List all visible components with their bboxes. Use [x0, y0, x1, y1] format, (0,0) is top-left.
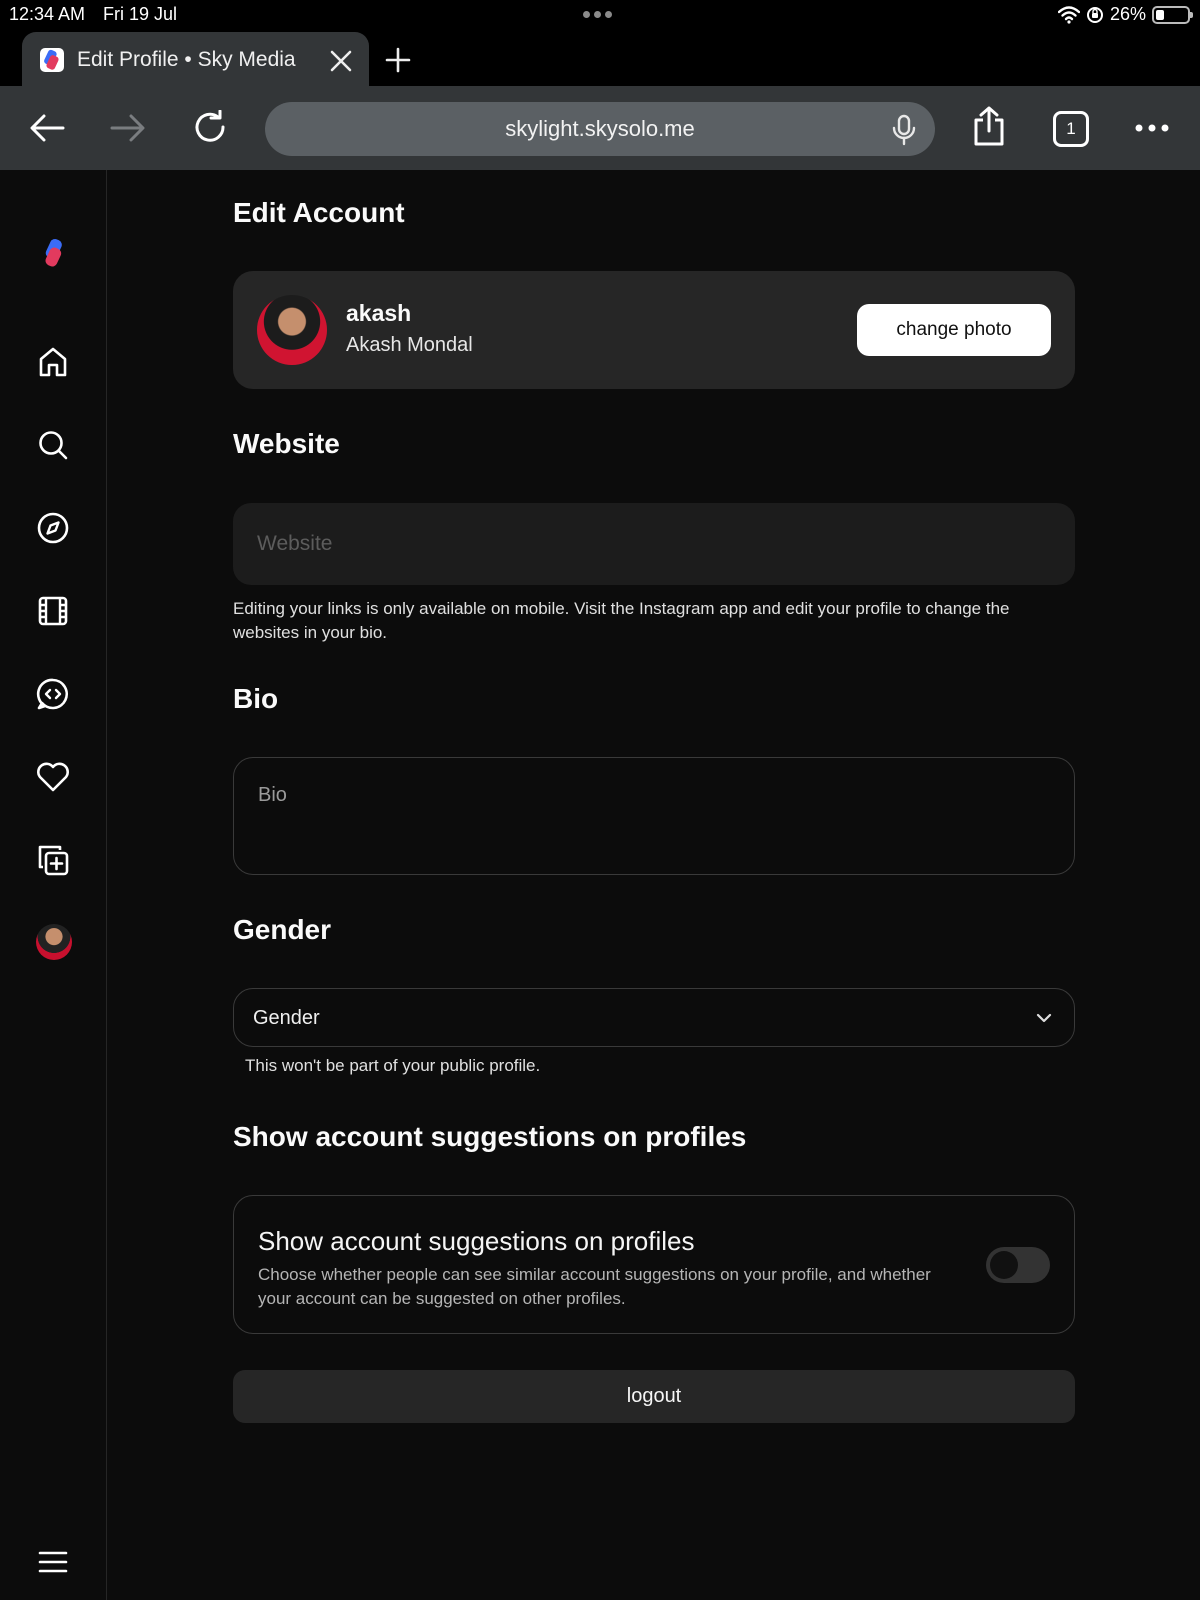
website-input[interactable] — [233, 503, 1075, 585]
bio-textarea[interactable] — [233, 757, 1075, 875]
page-title: Edit Account — [233, 197, 405, 228]
microphone-icon[interactable] — [889, 114, 919, 146]
battery-level — [1156, 9, 1164, 20]
tab-title: Edit Profile • Sky Media — [77, 48, 296, 71]
profile-photo — [257, 295, 327, 365]
suggestions-card-title: Show account suggestions on profiles — [258, 1226, 695, 1256]
forward-arrow-icon[interactable] — [108, 108, 148, 148]
website-note: Editing your links is only available on … — [233, 599, 1010, 642]
multitasking-dots-icon[interactable] — [583, 11, 612, 18]
profile-full-name: Akash Mondal — [346, 334, 473, 356]
more-options-icon[interactable] — [1132, 108, 1172, 148]
chevron-down-icon — [1034, 1008, 1054, 1028]
create-plus-icon[interactable] — [33, 840, 73, 880]
battery-icon — [1152, 5, 1193, 24]
status-indicators: 26% — [1057, 4, 1193, 25]
suggestions-toggle[interactable] — [986, 1247, 1050, 1283]
status-date: Fri 19 Jul — [103, 4, 178, 24]
wifi-icon — [1057, 5, 1080, 24]
favicon-icon — [40, 48, 64, 72]
new-tab-icon[interactable] — [385, 47, 411, 73]
messages-icon[interactable] — [33, 674, 73, 714]
status-time: 12:34 AM — [9, 4, 86, 24]
profile-avatar[interactable] — [36, 924, 72, 960]
logout-button[interactable]: logout — [233, 1370, 1075, 1423]
browser-tab[interactable]: Edit Profile • Sky Media — [22, 32, 369, 88]
gender-note: This won't be part of your public profil… — [245, 1056, 541, 1075]
app-logo-icon[interactable] — [33, 233, 73, 273]
suggestions-card: Show account suggestions on profiles Cho… — [233, 1195, 1075, 1334]
battery-percent: 26% — [1109, 4, 1146, 24]
suggestions-heading: Show account suggestions on profiles — [233, 1121, 747, 1152]
search-icon[interactable] — [33, 425, 73, 465]
reels-film-icon[interactable] — [33, 591, 73, 631]
gender-selected-value: Gender — [253, 1007, 320, 1029]
gender-heading: Gender — [233, 914, 332, 945]
menu-hamburger-icon[interactable] — [33, 1542, 73, 1582]
address-bar[interactable]: skylight.skysolo.me — [265, 102, 935, 156]
back-arrow-icon[interactable] — [27, 108, 67, 148]
browser-toolbar: skylight.skysolo.me — [0, 86, 1200, 170]
tab-strip: Edit Profile • Sky Media — [0, 30, 1200, 88]
sidebar — [0, 170, 107, 1600]
explore-compass-icon[interactable] — [33, 508, 73, 548]
heart-icon[interactable] — [33, 757, 73, 797]
profile-card: akash Akash Mondal change photo — [233, 271, 1075, 389]
toggle-knob — [990, 1251, 1018, 1279]
website-heading: Website — [233, 428, 340, 459]
bio-heading: Bio — [233, 683, 279, 714]
tab-count-button[interactable]: 1 — [1053, 111, 1089, 147]
share-icon[interactable] — [969, 106, 1009, 146]
change-photo-button[interactable]: change photo — [857, 304, 1051, 356]
orientation-lock-icon — [1086, 6, 1103, 23]
gender-select[interactable]: Gender — [233, 988, 1075, 1047]
home-icon[interactable] — [33, 342, 73, 382]
url-text: skylight.skysolo.me — [505, 116, 695, 141]
suggestions-card-description: Choose whether people can see similar ac… — [258, 1265, 931, 1308]
profile-username: akash — [346, 300, 412, 326]
status-bar: 12:34 AM Fri 19 Jul 26% — [0, 0, 1200, 30]
reload-icon[interactable] — [190, 108, 230, 148]
close-tab-icon[interactable] — [328, 48, 354, 74]
